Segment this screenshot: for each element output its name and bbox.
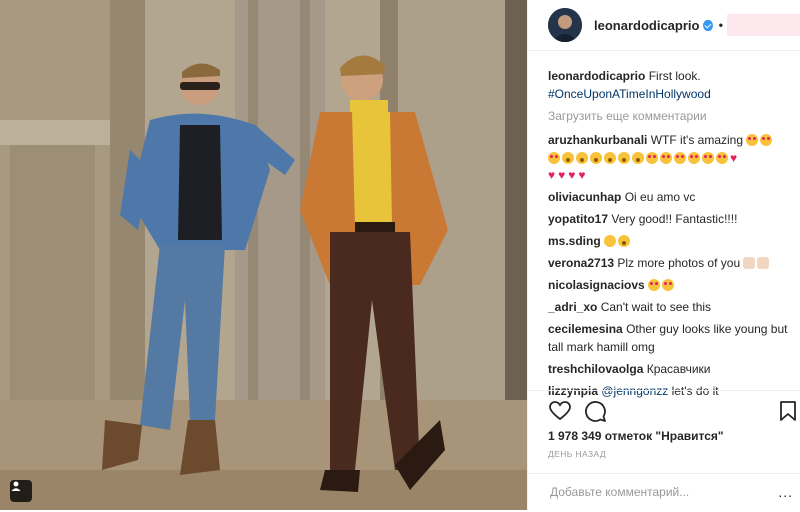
follow-button[interactable] bbox=[726, 14, 800, 36]
emoji-icon bbox=[604, 234, 632, 248]
avatar[interactable] bbox=[548, 8, 582, 42]
comment-text: Can't wait to see this bbox=[600, 300, 712, 314]
action-bar bbox=[548, 399, 798, 423]
list-item: treshchilovaolga Красавчики bbox=[548, 361, 798, 379]
photo-illustration bbox=[0, 0, 527, 510]
bookmark-icon bbox=[780, 401, 796, 421]
caption-text: First look. bbox=[648, 69, 701, 83]
avatar-image bbox=[548, 8, 582, 42]
comment-username[interactable]: verona2713 bbox=[548, 256, 614, 270]
comment-username[interactable]: _adri_xo bbox=[548, 300, 597, 314]
list-item: _adri_xo Can't wait to see this bbox=[548, 299, 798, 317]
speech-bubble-icon bbox=[585, 401, 606, 422]
comment-text: Красавчики bbox=[646, 361, 711, 376]
comment-input[interactable] bbox=[548, 484, 767, 500]
list-item: aruzhankurbanali WTF it's amazing ♥ ♥ ♥ ♥ ♥ bbox=[548, 132, 798, 185]
comment-username[interactable]: aruzhankurbanali bbox=[548, 133, 647, 147]
comment-username[interactable]: nicolasignaciovs bbox=[548, 278, 645, 292]
post-header: leonardodicaprio • bbox=[528, 0, 800, 51]
post-sidebar: leonardodicaprio • leonardodicaprio Firs… bbox=[527, 0, 800, 510]
caption: leonardodicaprio First look. #OnceUponAT… bbox=[548, 68, 798, 103]
list-item: yopatito17 Very good!! Fantastic!!!! bbox=[548, 211, 798, 229]
emoji-row-icon: ♥ ♥ ♥ ♥ ♥ bbox=[548, 150, 739, 182]
likes-count[interactable]: 1 978 349 отметок "Нравится" bbox=[548, 429, 724, 443]
comment-username[interactable]: treshchilovaolga bbox=[548, 362, 643, 376]
comment-username[interactable]: yopatito17 bbox=[548, 212, 608, 226]
caption-username[interactable]: leonardodicaprio bbox=[548, 69, 645, 83]
caption-hashtag[interactable]: #OnceUponATimeInHollywood bbox=[548, 87, 711, 101]
list-item: cecilemesina Other guy looks like young … bbox=[548, 321, 798, 356]
instagram-post: leonardodicaprio • leonardodicaprio Firs… bbox=[0, 0, 800, 510]
post-actions: 1 978 349 отметок "Нравится" ДЕНЬ НАЗАД … bbox=[528, 390, 800, 511]
save-button[interactable] bbox=[776, 399, 800, 423]
comment-username[interactable]: oliviacunhap bbox=[548, 190, 621, 204]
post-photo[interactable] bbox=[0, 0, 527, 510]
author-username[interactable]: leonardodicaprio bbox=[594, 18, 699, 33]
tag-people-button[interactable] bbox=[10, 480, 32, 502]
list-item: verona2713 Plz more photos of you bbox=[548, 255, 798, 273]
separator-dot: • bbox=[718, 18, 723, 32]
comment-text: Plz more photos of you bbox=[617, 256, 741, 270]
person-tag-icon bbox=[11, 481, 21, 491]
comment-button[interactable] bbox=[583, 399, 607, 423]
list-item: oliviacunhap Oi eu amo vc bbox=[548, 189, 798, 207]
comment-username[interactable]: ms.sding bbox=[548, 234, 601, 248]
add-comment-section: ... bbox=[528, 473, 800, 512]
comment-text: Oi eu amo vc bbox=[624, 190, 696, 204]
more-options-button[interactable]: ... bbox=[778, 484, 793, 500]
like-button[interactable] bbox=[548, 399, 572, 423]
heart-outline-icon bbox=[549, 401, 571, 421]
comment-text: WTF it's amazing bbox=[650, 133, 744, 147]
list-item: nicolasignaciovs bbox=[548, 277, 798, 295]
verified-badge-icon bbox=[703, 19, 713, 31]
comment-text: Very good!! Fantastic!!!! bbox=[611, 212, 738, 226]
comments-list: leonardodicaprio First look. #OnceUponAT… bbox=[548, 68, 798, 405]
list-item: ms.sding bbox=[548, 233, 798, 251]
heart-eyes-emoji-icon bbox=[648, 278, 676, 292]
clapping-hands-icon bbox=[743, 256, 771, 270]
post-timestamp[interactable]: ДЕНЬ НАЗАД bbox=[548, 449, 606, 459]
heart-eyes-emoji-icon bbox=[746, 133, 774, 147]
load-more-comments-button[interactable]: Загрузить еще комментарии bbox=[548, 108, 798, 126]
comment-username[interactable]: cecilemesina bbox=[548, 322, 623, 336]
